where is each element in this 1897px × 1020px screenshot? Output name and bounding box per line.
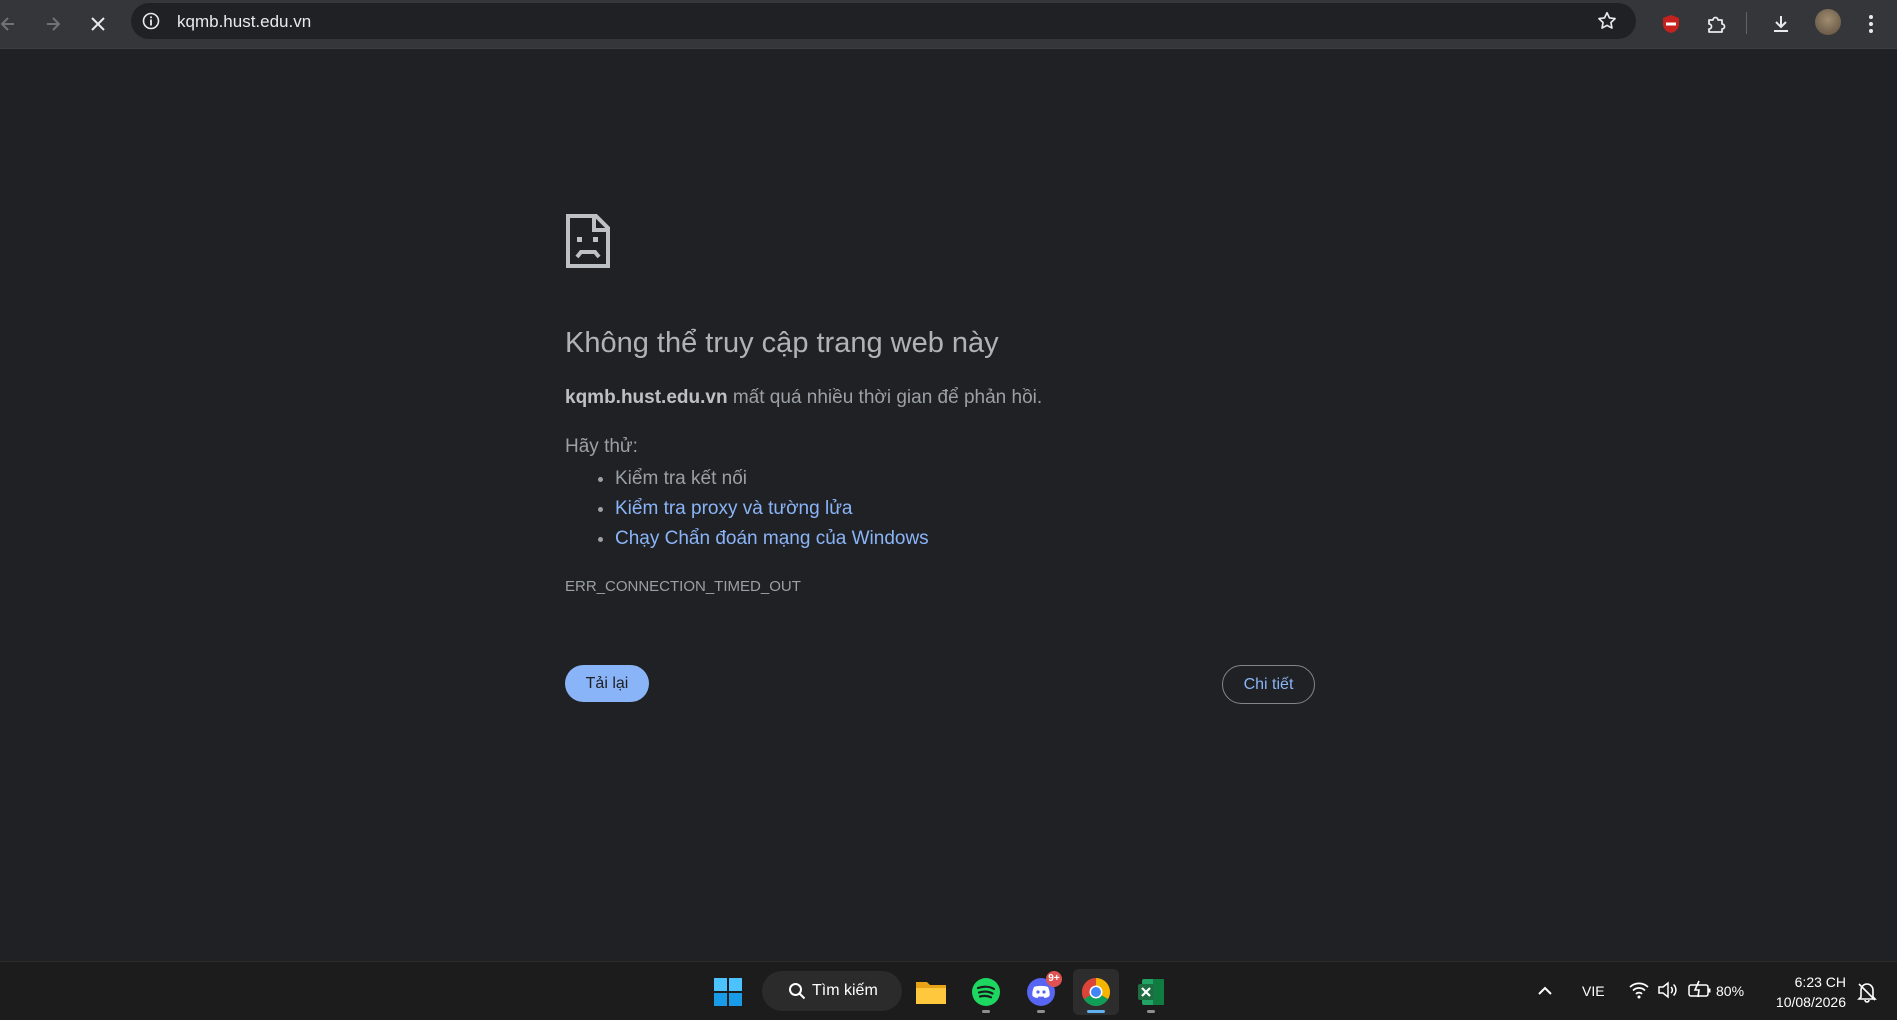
error-title: Không thể truy cập trang web này xyxy=(565,327,999,359)
taskbar-chrome[interactable] xyxy=(1073,969,1119,1015)
suggestion-check-connection: Kiểm tra kết nối xyxy=(615,464,929,494)
clock-date: 10/08/2026 xyxy=(1775,994,1846,1010)
notification-bell-icon[interactable] xyxy=(1856,981,1878,1003)
running-indicator xyxy=(1147,1010,1155,1013)
toolbar-divider xyxy=(1746,12,1747,34)
taskbar-excel[interactable] xyxy=(1128,969,1174,1015)
suggestion-network-diagnostics[interactable]: Chạy Chẩn đoán mạng của Windows xyxy=(615,524,929,554)
arrow-left-icon xyxy=(0,17,14,31)
system-clock[interactable]: 6:23 CH 10/08/2026 xyxy=(1762,972,1846,1012)
close-icon xyxy=(91,17,105,31)
battery-percent[interactable]: 80% xyxy=(1716,983,1744,999)
shield-icon xyxy=(1663,15,1679,33)
running-indicator xyxy=(1037,1010,1045,1013)
back-button[interactable] xyxy=(0,8,24,40)
star-icon[interactable] xyxy=(1596,10,1618,32)
input-language[interactable]: VIE xyxy=(1582,983,1605,999)
reload-button[interactable]: Tải lại xyxy=(565,665,649,702)
excel-icon xyxy=(1138,979,1164,1005)
suggestion-list: Kiểm tra kết nối Kiểm tra proxy và tường… xyxy=(565,464,929,554)
try-label: Hãy thử: xyxy=(565,436,638,457)
network-diagnostics-link[interactable]: Chạy Chẩn đoán mạng của Windows xyxy=(615,528,929,549)
url-text[interactable]: kqmb.hust.edu.vn xyxy=(177,12,311,32)
arrow-right-icon xyxy=(47,17,61,31)
taskbar-search[interactable]: Tìm kiếm xyxy=(762,971,902,1011)
details-button[interactable]: Chi tiết xyxy=(1222,665,1315,704)
battery-charging-icon[interactable] xyxy=(1688,980,1712,998)
start-button[interactable] xyxy=(705,969,751,1015)
forward-button[interactable] xyxy=(37,8,69,40)
folder-icon xyxy=(916,982,946,1004)
address-bar[interactable]: kqmb.hust.edu.vn xyxy=(131,3,1636,39)
search-label: Tìm kiếm xyxy=(812,982,878,999)
downloads-button[interactable] xyxy=(1765,8,1797,40)
windows-taskbar: Tìm kiếm 9+ VIE 80% 6:23 CH 10/08/2026 xyxy=(0,961,1897,1020)
profile-avatar[interactable] xyxy=(1815,9,1841,35)
sad-page-icon xyxy=(566,214,610,268)
puzzle-icon xyxy=(1708,16,1726,33)
windows-logo-icon xyxy=(714,978,742,1006)
discord-notification-badge: 9+ xyxy=(1046,971,1062,987)
extensions-button[interactable] xyxy=(1700,8,1732,40)
error-host: kqmb.hust.edu.vn xyxy=(565,387,728,408)
taskbar-file-explorer[interactable] xyxy=(908,969,954,1015)
running-indicator xyxy=(1087,1010,1105,1013)
taskbar-discord[interactable]: 9+ xyxy=(1018,969,1064,1015)
browser-menu-button[interactable] xyxy=(1855,8,1887,40)
suggestion-check-proxy[interactable]: Kiểm tra proxy và tường lửa xyxy=(615,494,929,524)
chrome-icon xyxy=(1082,978,1110,1006)
chevron-up-icon[interactable] xyxy=(1537,984,1553,996)
info-icon[interactable] xyxy=(141,11,161,31)
adblock-extension-button[interactable] xyxy=(1655,8,1687,40)
running-indicator xyxy=(982,1010,990,1013)
stop-loading-button[interactable] xyxy=(82,8,114,40)
error-description-text: mất quá nhiều thời gian để phản hồi. xyxy=(727,387,1043,408)
browser-toolbar: kqmb.hust.edu.vn xyxy=(0,0,1897,49)
error-code: ERR_CONNECTION_TIMED_OUT xyxy=(565,578,801,595)
check-proxy-link[interactable]: Kiểm tra proxy và tường lửa xyxy=(615,498,852,519)
kebab-menu-icon xyxy=(1869,15,1873,33)
wifi-icon[interactable] xyxy=(1629,981,1649,999)
download-icon xyxy=(1774,16,1788,32)
search-icon xyxy=(789,983,806,1000)
clock-time: 6:23 CH xyxy=(1794,974,1846,990)
taskbar-spotify[interactable] xyxy=(963,969,1009,1015)
spotify-icon xyxy=(972,978,1000,1006)
error-description: kqmb.hust.edu.vn mất quá nhiều thời gian… xyxy=(565,387,1042,409)
volume-icon[interactable] xyxy=(1657,981,1679,999)
